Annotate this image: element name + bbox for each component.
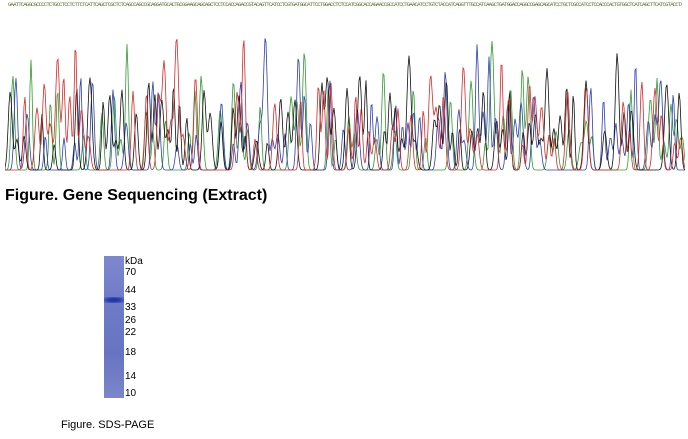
mw-marker-33: 33	[125, 302, 137, 313]
mw-marker-18: 18	[125, 347, 137, 358]
mw-marker-70: 70	[125, 267, 137, 278]
sequencing-chromatogram	[5, 38, 685, 171]
mw-marker-26: 26	[125, 315, 137, 326]
sds-page-caption: Figure. SDS-PAGE	[61, 419, 155, 431]
kda-unit-label: kDa	[125, 256, 143, 267]
mw-marker-44: 44	[125, 285, 137, 296]
mw-marker-10: 10	[125, 388, 137, 399]
mw-marker-22: 22	[125, 327, 137, 338]
base-call-sequence: GAATTCAGGCGCCCCTCTGCCTCCTCTTCTCATTCAGCTC…	[8, 1, 682, 8]
sds-page-gel-lane	[104, 256, 124, 398]
mw-marker-14: 14	[125, 371, 137, 382]
gene-sequencing-caption: Figure. Gene Sequencing (Extract)	[5, 187, 268, 204]
protein-band	[104, 297, 124, 303]
